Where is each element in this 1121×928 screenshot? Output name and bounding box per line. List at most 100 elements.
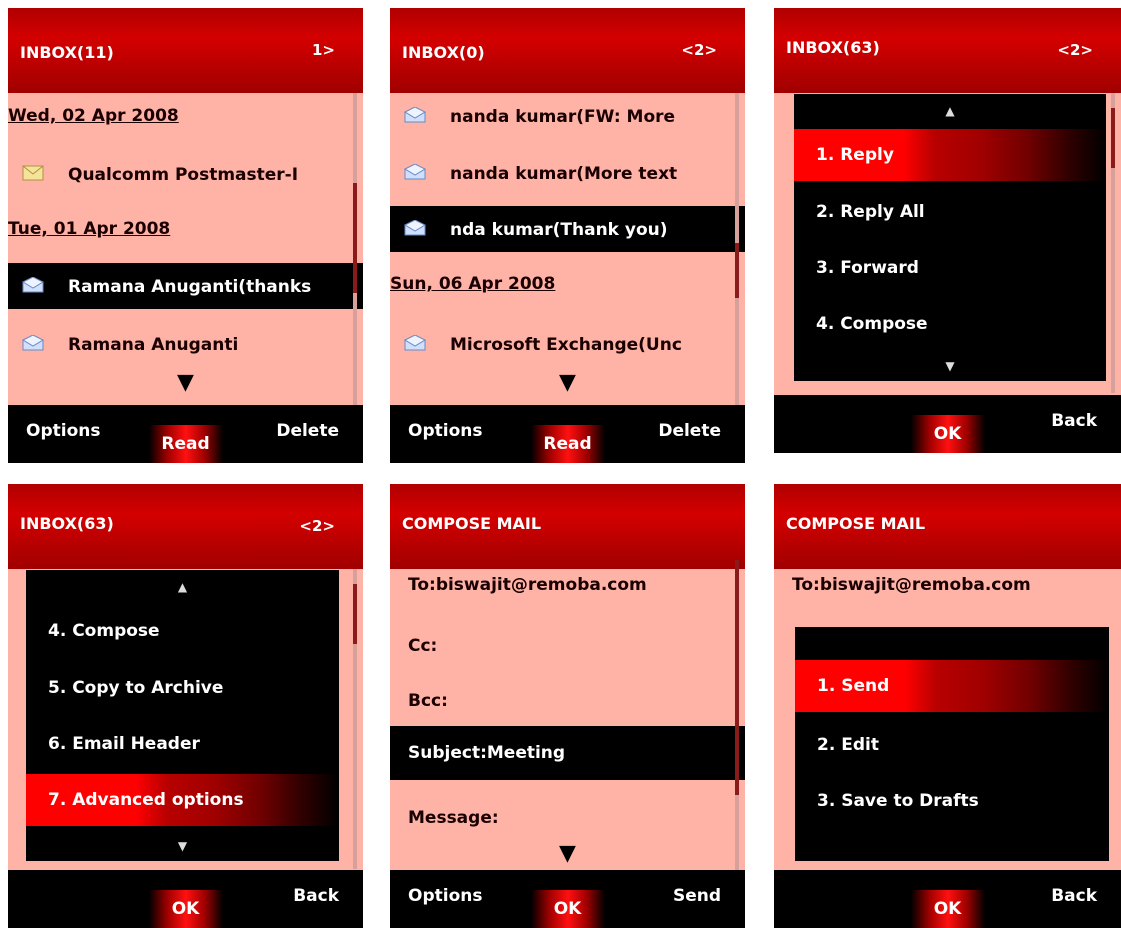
scrollbar[interactable]: [353, 93, 357, 405]
open-mail-icon: [404, 220, 426, 236]
options-menu: ▲ 4. Compose 5. Copy to Archive 6. Email…: [26, 570, 339, 861]
subject-field-label: Subject:Meeting: [408, 743, 566, 763]
scroll-thumb[interactable]: [353, 183, 357, 293]
scroll-down-icon[interactable]: ▼: [945, 359, 954, 373]
menu-item-reply-all[interactable]: 2. Reply All: [794, 186, 1106, 238]
list-item[interactable]: nanda kumar(More text: [390, 150, 745, 196]
menu-item-edit[interactable]: 2. Edit: [795, 719, 1109, 771]
scrollbar[interactable]: [735, 560, 739, 870]
scroll-thumb[interactable]: [353, 584, 357, 644]
to-field[interactable]: To:biswajit@remoba.com: [774, 561, 1121, 611]
inbox-title: INBOX(0): [402, 43, 485, 62]
back-softkey[interactable]: Back: [293, 886, 339, 906]
inbox-title: INBOX(63): [20, 514, 114, 533]
ok-softkey[interactable]: OK: [910, 415, 985, 453]
header: INBOX(63) <2>: [774, 8, 1121, 93]
to-field[interactable]: To:biswajit@remoba.com: [390, 561, 745, 611]
page-indicator[interactable]: <2>: [299, 517, 335, 535]
inbox-title: INBOX(11): [20, 43, 114, 62]
scroll-up-icon[interactable]: ▲: [178, 580, 187, 594]
compose-mail-screen-1: COMPOSE MAIL To:biswajit@remoba.com Cc: …: [390, 484, 745, 928]
scrollbar[interactable]: [1111, 93, 1115, 393]
menu-item-save-to-drafts[interactable]: 3. Save to Drafts: [795, 775, 1109, 827]
inbox-menu-screen-2: INBOX(63) <2> ▲ 4. Compose 5. Copy to Ar…: [8, 484, 363, 928]
send-softkey[interactable]: Send: [673, 886, 721, 906]
menu-item-forward[interactable]: 3. Forward: [794, 242, 1106, 294]
menu-item-send[interactable]: 1. Send: [795, 660, 1109, 712]
open-mail-icon: [404, 164, 426, 180]
sender-label: nanda kumar(More text: [450, 164, 678, 184]
scrollbar[interactable]: [735, 93, 739, 405]
subject-field[interactable]: Subject:Meeting: [390, 726, 745, 780]
page-indicator[interactable]: <2>: [1057, 41, 1093, 59]
page-indicator[interactable]: <2>: [681, 41, 717, 59]
sender-label: Microsoft Exchange(Unc: [450, 335, 682, 355]
options-softkey[interactable]: Options: [408, 886, 482, 906]
list-item[interactable]: Qualcomm Postmaster-I: [8, 151, 363, 197]
scroll-up-icon[interactable]: ▲: [945, 104, 954, 118]
menu-item-label: 4. Compose: [48, 621, 160, 641]
menu-item-label: 2. Reply All: [816, 202, 925, 222]
menu-item-compose[interactable]: 4. Compose: [26, 605, 339, 657]
softkey-bar: Options OK Send: [390, 870, 745, 928]
softkey-bar: OK Back: [8, 870, 363, 928]
ok-softkey[interactable]: OK: [148, 890, 223, 928]
list-item[interactable]: Ramana Anuganti: [8, 321, 363, 367]
list-item[interactable]: nanda kumar(FW: More: [390, 93, 745, 139]
menu-item-label: 1. Reply: [816, 145, 894, 165]
list-item[interactable]: Microsoft Exchange(Unc: [390, 321, 745, 367]
message-field[interactable]: Message:: [390, 794, 745, 844]
scroll-thumb[interactable]: [1111, 108, 1115, 168]
softkey-bar: Options Read Delete: [8, 405, 363, 463]
scroll-thumb[interactable]: [735, 243, 739, 298]
read-softkey[interactable]: Read: [530, 425, 605, 463]
scrollbar[interactable]: [353, 569, 357, 869]
sender-label: nanda kumar(FW: More: [450, 107, 676, 127]
options-menu: ▲ 1. Reply 2. Reply All 3. Forward 4. Co…: [794, 94, 1106, 381]
ok-softkey[interactable]: OK: [530, 890, 605, 928]
header: COMPOSE MAIL: [774, 484, 1121, 569]
list-item-selected[interactable]: Ramana Anuganti(thanks: [8, 263, 363, 309]
scroll-down-icon[interactable]: ▼: [177, 370, 194, 395]
softkey-bar: Options Read Delete: [390, 405, 745, 463]
bcc-field-label: Bcc:: [408, 691, 448, 711]
back-softkey[interactable]: Back: [1051, 411, 1097, 431]
date-header: Wed, 02 Apr 2008: [8, 106, 179, 126]
inbox-title: INBOX(63): [786, 38, 880, 57]
menu-item-compose[interactable]: 4. Compose: [794, 298, 1106, 350]
delete-softkey[interactable]: Delete: [658, 421, 721, 441]
menu-item-reply[interactable]: 1. Reply: [794, 129, 1106, 181]
menu-item-copy-to-archive[interactable]: 5. Copy to Archive: [26, 662, 339, 714]
send-menu: 1. Send 2. Edit 3. Save to Drafts: [795, 627, 1109, 861]
options-softkey[interactable]: Options: [408, 421, 482, 441]
menu-item-email-header[interactable]: 6. Email Header: [26, 718, 339, 770]
inbox-screen-2: INBOX(0) <2> nanda kumar(FW: More nanda …: [390, 8, 745, 463]
softkey-bar: OK Back: [774, 870, 1121, 928]
back-softkey[interactable]: Back: [1051, 886, 1097, 906]
open-mail-icon: [404, 107, 426, 123]
ok-softkey[interactable]: OK: [910, 890, 985, 928]
to-field-label: To:biswajit@remoba.com: [408, 575, 647, 595]
menu-item-label: 6. Email Header: [48, 734, 200, 754]
cc-field-label: Cc:: [408, 636, 438, 656]
scroll-thumb[interactable]: [735, 560, 739, 795]
open-mail-icon: [404, 335, 426, 351]
open-mail-icon: [22, 277, 44, 293]
cc-field[interactable]: Cc:: [390, 622, 745, 672]
page-indicator[interactable]: 1>: [312, 41, 335, 59]
header: INBOX(63) <2>: [8, 484, 363, 569]
read-softkey[interactable]: Read: [148, 425, 223, 463]
sender-label: nda kumar(Thank you): [450, 220, 668, 240]
scroll-down-icon[interactable]: ▼: [559, 841, 576, 866]
scroll-down-icon[interactable]: ▼: [559, 370, 576, 395]
scroll-down-icon[interactable]: ▼: [178, 839, 187, 853]
delete-softkey[interactable]: Delete: [276, 421, 339, 441]
list-item-selected[interactable]: nda kumar(Thank you): [390, 206, 745, 252]
bcc-field[interactable]: Bcc:: [390, 677, 745, 727]
menu-item-advanced-options[interactable]: 7. Advanced options: [26, 774, 339, 826]
inbox-menu-screen-1: INBOX(63) <2> ▲ 1. Reply 2. Reply All 3.…: [774, 8, 1121, 453]
softkey-bar: OK Back: [774, 395, 1121, 453]
inbox-screen-1: INBOX(11) 1> Wed, 02 Apr 2008 Qualcomm P…: [8, 8, 363, 463]
options-softkey[interactable]: Options: [26, 421, 100, 441]
message-field-label: Message:: [408, 808, 499, 828]
